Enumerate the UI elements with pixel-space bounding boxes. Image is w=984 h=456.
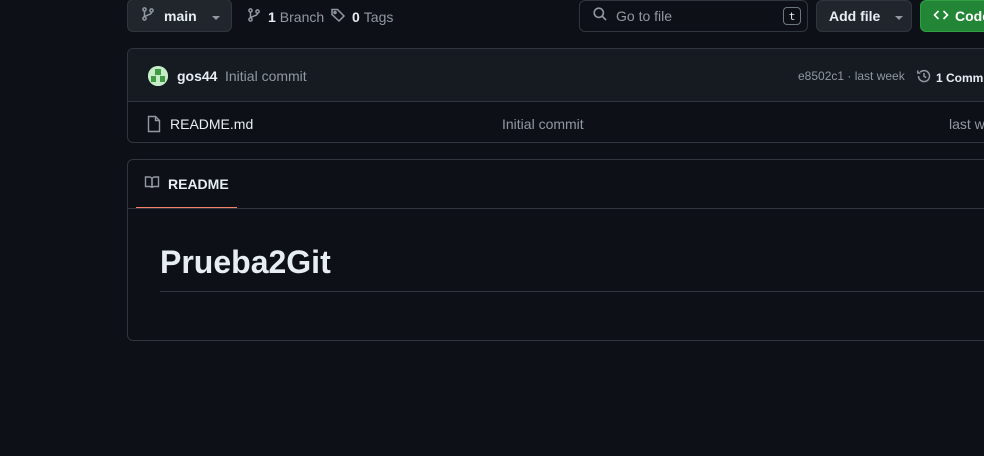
- file-icon: [146, 115, 162, 138]
- readme-panel: README Prueba2Git: [127, 159, 984, 341]
- tag-icon: [330, 7, 346, 26]
- book-icon: [144, 174, 160, 193]
- file-time: last week: [949, 116, 984, 132]
- search-placeholder: Go to file: [616, 8, 673, 24]
- code-icon: [933, 7, 949, 26]
- add-file-button[interactable]: Add file: [816, 0, 912, 32]
- git-branch-icon: [246, 7, 262, 26]
- table-row[interactable]: README.md Initial commit last week: [128, 103, 984, 142]
- file-name[interactable]: README.md: [170, 116, 253, 132]
- commit-hash-time[interactable]: e8502c1 · last week: [798, 69, 905, 83]
- history-icon: [916, 68, 932, 87]
- tab-readme[interactable]: README: [136, 160, 237, 209]
- caret-down-icon: [211, 8, 221, 24]
- go-to-file-search[interactable]: Go to file t: [579, 0, 808, 32]
- code-label: Code: [955, 8, 984, 24]
- branches-link[interactable]: 1 Branch: [246, 7, 324, 26]
- file-table: gos44 Initial commit e8502c1 · last week…: [127, 48, 984, 143]
- readme-heading: Prueba2Git: [160, 244, 331, 280]
- commit-author[interactable]: gos44: [177, 68, 217, 84]
- heading-rule: [160, 291, 984, 292]
- git-branch-icon: [140, 6, 156, 25]
- branch-name: main: [164, 7, 197, 24]
- tab-readme-label: README: [168, 175, 229, 192]
- avatar[interactable]: [148, 66, 168, 86]
- file-commit-message[interactable]: Initial commit: [502, 116, 584, 132]
- branch-label: Branch: [279, 8, 325, 25]
- divider: [128, 208, 984, 209]
- commit-message[interactable]: Initial commit: [225, 68, 307, 84]
- commits-history-link[interactable]: 1 Commits: [916, 68, 984, 87]
- tag-count: 0: [352, 8, 360, 25]
- search-icon: [592, 6, 608, 27]
- code-button[interactable]: Code: [920, 0, 984, 32]
- tag-label: Tags: [363, 8, 394, 25]
- commits-count: 1 Commits: [936, 70, 984, 85]
- tags-link[interactable]: 0 Tags: [330, 7, 393, 26]
- add-file-label: Add file: [829, 8, 881, 24]
- shortcut-key: t: [783, 7, 801, 25]
- latest-commit-row: gos44 Initial commit e8502c1 · last week…: [128, 49, 984, 102]
- caret-down-icon: [894, 8, 904, 24]
- branch-count: 1: [268, 8, 276, 25]
- branch-selector-button[interactable]: main: [127, 0, 232, 32]
